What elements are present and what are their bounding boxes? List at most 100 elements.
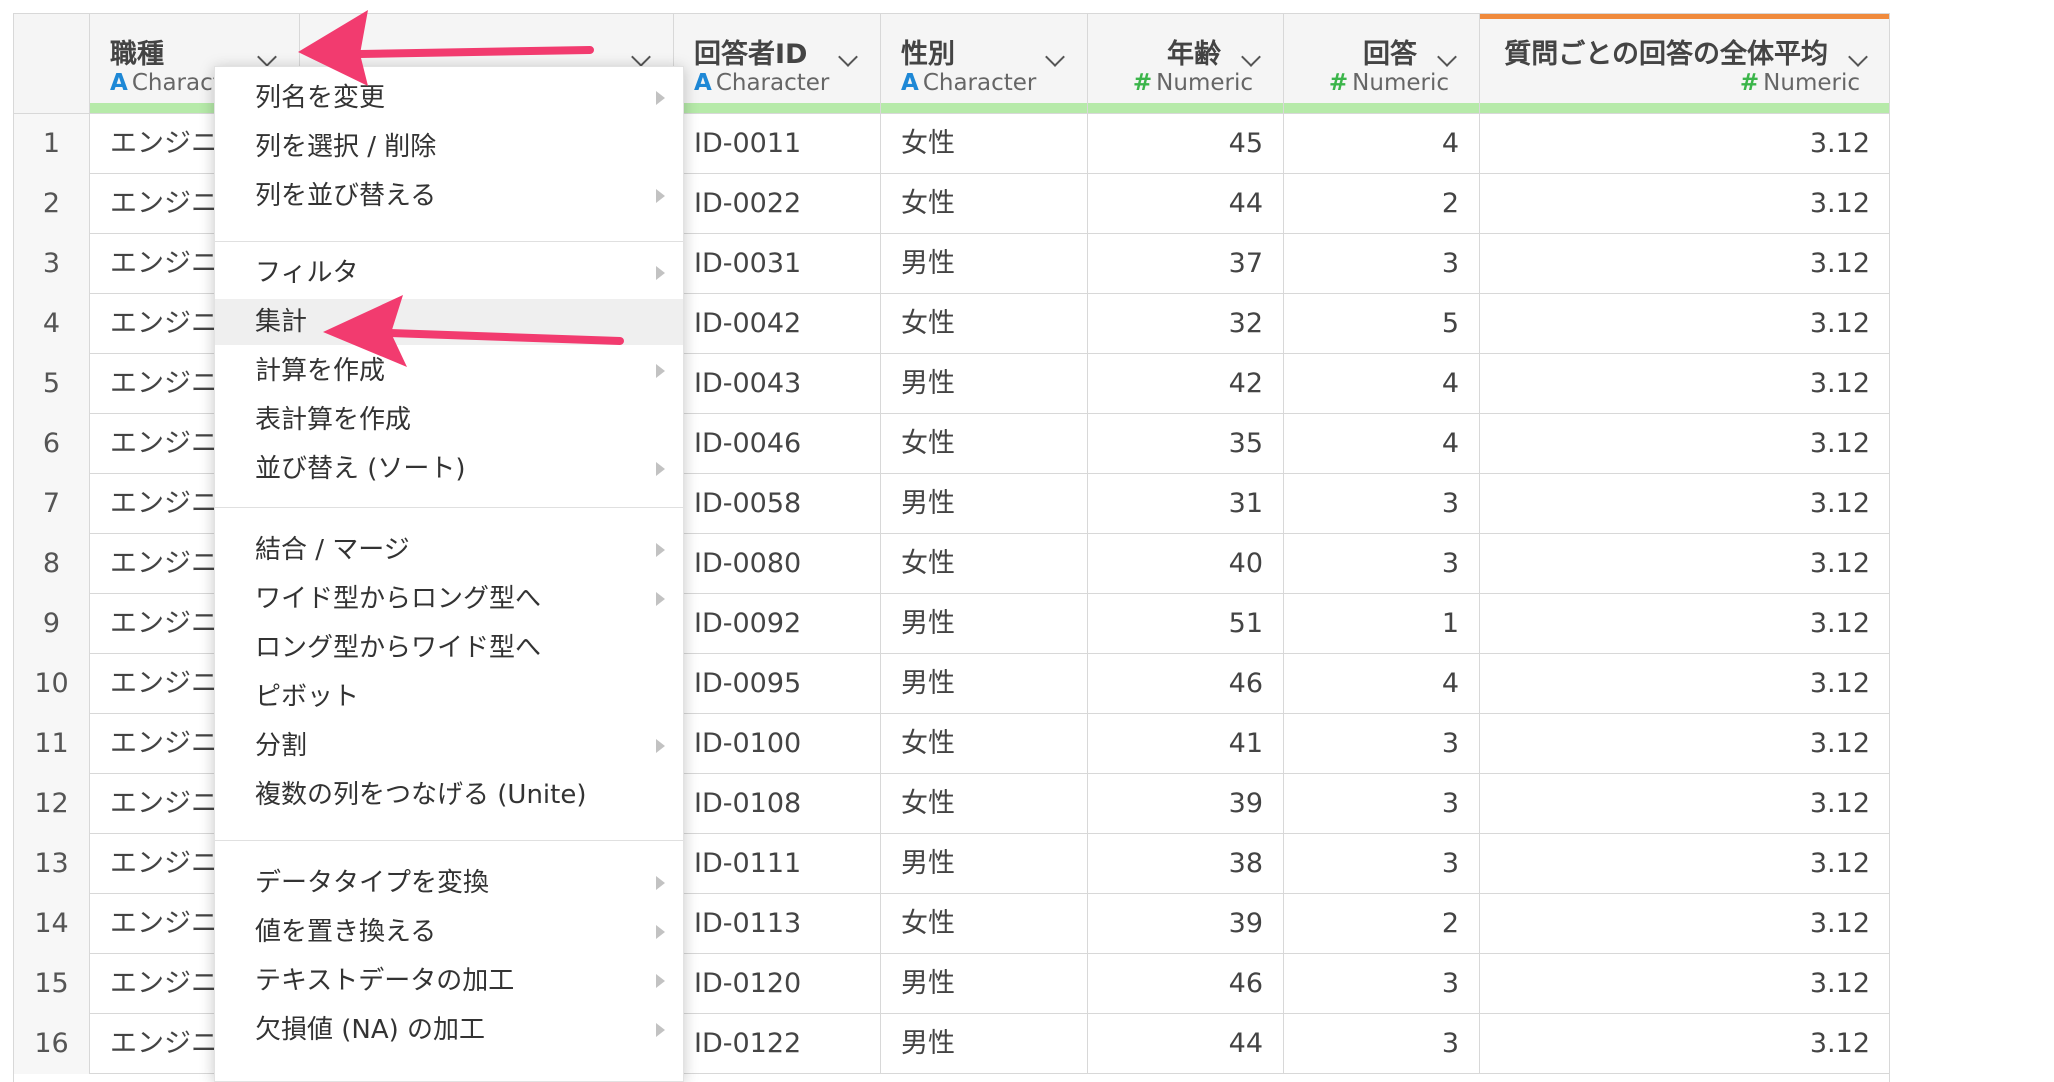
- menu-item[interactable]: 値を置き換える: [215, 909, 683, 955]
- table-cell[interactable]: ID-0122: [674, 1014, 881, 1074]
- table-cell[interactable]: 女性: [881, 534, 1088, 594]
- table-cell[interactable]: 3.12: [1480, 414, 1889, 474]
- table-cell[interactable]: ID-0092: [674, 594, 881, 654]
- table-cell[interactable]: 3.12: [1480, 594, 1889, 654]
- column-header[interactable]: 年齢 # Numeric: [1088, 14, 1284, 114]
- table-cell[interactable]: 3: [1284, 234, 1480, 294]
- table-cell[interactable]: ID-0058: [674, 474, 881, 534]
- table-cell[interactable]: 4: [1284, 354, 1480, 414]
- chevron-down-icon[interactable]: [1848, 47, 1868, 67]
- table-cell[interactable]: 51: [1088, 594, 1284, 654]
- table-cell[interactable]: 3.12: [1480, 654, 1889, 714]
- table-cell[interactable]: 男性: [881, 594, 1088, 654]
- table-cell[interactable]: ID-0108: [674, 774, 881, 834]
- menu-item[interactable]: 複数の列をつなげる (Unite): [215, 772, 683, 818]
- menu-item[interactable]: 欠損値 (NA) の加工: [215, 1007, 683, 1053]
- table-cell[interactable]: 3.12: [1480, 534, 1889, 594]
- table-cell[interactable]: 男性: [881, 654, 1088, 714]
- table-cell[interactable]: 3: [1284, 534, 1480, 594]
- table-cell[interactable]: 46: [1088, 654, 1284, 714]
- table-cell[interactable]: 3.12: [1480, 774, 1889, 834]
- table-cell[interactable]: 男性: [881, 954, 1088, 1014]
- table-cell[interactable]: 5: [1284, 294, 1480, 354]
- table-cell[interactable]: 4: [1284, 414, 1480, 474]
- table-cell[interactable]: 3.12: [1480, 954, 1889, 1014]
- table-cell[interactable]: 32: [1088, 294, 1284, 354]
- table-cell[interactable]: 3.12: [1480, 474, 1889, 534]
- table-cell[interactable]: 44: [1088, 174, 1284, 234]
- table-cell[interactable]: 女性: [881, 894, 1088, 954]
- table-cell[interactable]: 4: [1284, 654, 1480, 714]
- table-cell[interactable]: 3: [1284, 834, 1480, 894]
- table-cell[interactable]: 3.12: [1480, 1014, 1889, 1074]
- table-cell[interactable]: 3.12: [1480, 354, 1889, 414]
- table-cell[interactable]: 男性: [881, 474, 1088, 534]
- table-cell[interactable]: 45: [1088, 114, 1284, 174]
- table-cell[interactable]: 女性: [881, 294, 1088, 354]
- chevron-down-icon[interactable]: [631, 47, 651, 67]
- table-cell[interactable]: ID-0111: [674, 834, 881, 894]
- menu-item[interactable]: 列名を変更: [215, 75, 683, 121]
- table-cell[interactable]: ID-0095: [674, 654, 881, 714]
- menu-item[interactable]: 集計: [215, 299, 683, 345]
- table-cell[interactable]: 3.12: [1480, 894, 1889, 954]
- table-cell[interactable]: ID-0011: [674, 114, 881, 174]
- table-cell[interactable]: 男性: [881, 354, 1088, 414]
- table-cell[interactable]: 男性: [881, 1014, 1088, 1074]
- menu-item[interactable]: 列を並び替える: [215, 173, 683, 219]
- table-cell[interactable]: 3.12: [1480, 234, 1889, 294]
- table-cell[interactable]: 38: [1088, 834, 1284, 894]
- menu-item[interactable]: 結合 / マージ: [215, 527, 683, 573]
- menu-item[interactable]: ワイド型からロング型へ: [215, 576, 683, 622]
- table-cell[interactable]: ID-0046: [674, 414, 881, 474]
- table-cell[interactable]: ID-0100: [674, 714, 881, 774]
- table-cell[interactable]: 44: [1088, 1014, 1284, 1074]
- table-cell[interactable]: ID-0022: [674, 174, 881, 234]
- table-cell[interactable]: 39: [1088, 894, 1284, 954]
- table-cell[interactable]: 31: [1088, 474, 1284, 534]
- menu-item[interactable]: 分割: [215, 723, 683, 769]
- menu-item[interactable]: 列を選択 / 削除: [215, 124, 683, 170]
- table-cell[interactable]: ID-0080: [674, 534, 881, 594]
- table-cell[interactable]: 女性: [881, 114, 1088, 174]
- chevron-down-icon[interactable]: [1437, 47, 1457, 67]
- chevron-down-icon[interactable]: [1241, 47, 1261, 67]
- table-cell[interactable]: 37: [1088, 234, 1284, 294]
- table-cell[interactable]: ID-0031: [674, 234, 881, 294]
- menu-item[interactable]: ロング型からワイド型へ: [215, 625, 683, 671]
- menu-item[interactable]: 計算を作成: [215, 348, 683, 394]
- menu-item[interactable]: 並び替え (ソート): [215, 446, 683, 492]
- menu-item[interactable]: テキストデータの加工: [215, 958, 683, 1004]
- table-cell[interactable]: 3: [1284, 1014, 1480, 1074]
- menu-item[interactable]: 表計算を作成: [215, 397, 683, 443]
- table-cell[interactable]: ID-0120: [674, 954, 881, 1014]
- table-cell[interactable]: ID-0042: [674, 294, 881, 354]
- table-cell[interactable]: 1: [1284, 594, 1480, 654]
- table-cell[interactable]: 2: [1284, 894, 1480, 954]
- table-cell[interactable]: 3.12: [1480, 834, 1889, 894]
- table-cell[interactable]: 35: [1088, 414, 1284, 474]
- table-cell[interactable]: ID-0043: [674, 354, 881, 414]
- table-cell[interactable]: 3.12: [1480, 174, 1889, 234]
- table-cell[interactable]: ID-0113: [674, 894, 881, 954]
- column-header[interactable]: 質問ごとの回答の全体平均 # Numeric: [1480, 14, 1889, 114]
- table-cell[interactable]: 3: [1284, 954, 1480, 1014]
- column-header[interactable]: 性別 A Character: [881, 14, 1088, 114]
- table-cell[interactable]: 3: [1284, 774, 1480, 834]
- table-cell[interactable]: 女性: [881, 774, 1088, 834]
- column-header[interactable]: 回答者ID A Character: [674, 14, 881, 114]
- table-cell[interactable]: 男性: [881, 234, 1088, 294]
- chevron-down-icon[interactable]: [257, 47, 277, 67]
- table-cell[interactable]: 3: [1284, 714, 1480, 774]
- chevron-down-icon[interactable]: [1045, 47, 1065, 67]
- table-cell[interactable]: 41: [1088, 714, 1284, 774]
- column-header[interactable]: 回答 # Numeric: [1284, 14, 1480, 114]
- table-cell[interactable]: 3.12: [1480, 714, 1889, 774]
- table-cell[interactable]: 3.12: [1480, 114, 1889, 174]
- table-cell[interactable]: 3: [1284, 474, 1480, 534]
- table-cell[interactable]: 4: [1284, 114, 1480, 174]
- table-cell[interactable]: 39: [1088, 774, 1284, 834]
- table-cell[interactable]: 2: [1284, 174, 1480, 234]
- menu-item[interactable]: ピボット: [215, 674, 683, 720]
- table-cell[interactable]: 42: [1088, 354, 1284, 414]
